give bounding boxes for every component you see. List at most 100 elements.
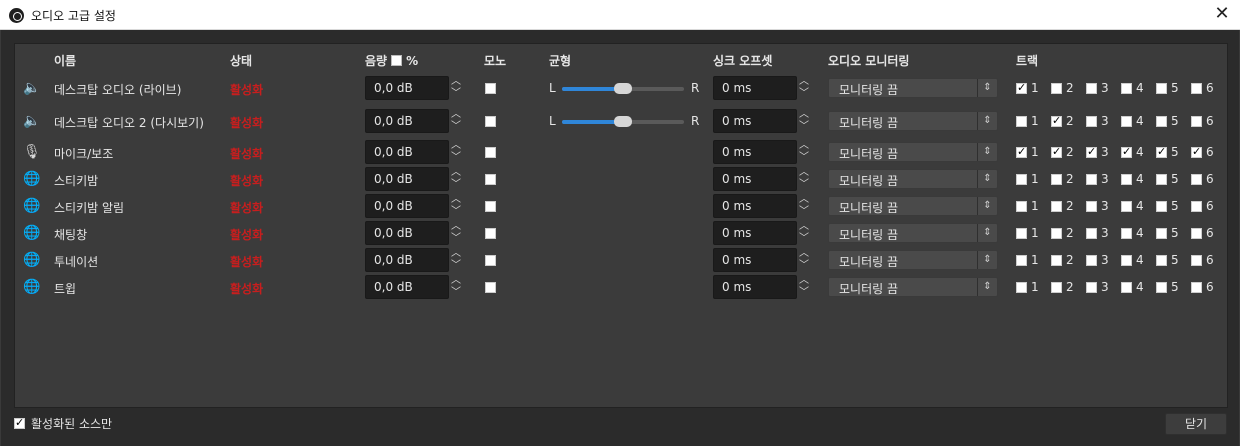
chevron-up-icon[interactable]: ︿ — [798, 275, 810, 286]
track-checkbox[interactable] — [1156, 82, 1167, 94]
track-checkbox[interactable] — [1051, 200, 1062, 212]
mono-checkbox[interactable] — [485, 83, 496, 94]
track-toggle[interactable]: 5 — [1156, 145, 1179, 159]
track-toggle[interactable]: 6 — [1191, 172, 1214, 186]
track-toggle[interactable]: 2 — [1051, 145, 1074, 159]
chevron-up-icon[interactable]: ︿ — [450, 109, 462, 120]
volume-stepper[interactable]: ︿ ﹀ — [448, 194, 464, 218]
volume-stepper[interactable]: ︿ ﹀ — [448, 76, 464, 100]
track-checkbox[interactable] — [1156, 200, 1167, 212]
balance-slider[interactable] — [562, 83, 684, 94]
track-checkbox[interactable] — [1191, 145, 1202, 158]
volume-percent-checkbox[interactable] — [391, 55, 403, 66]
volume-input[interactable]: 0,0 dB ︿ ﹀ — [365, 221, 461, 245]
track-toggle[interactable]: 2 — [1051, 253, 1074, 267]
sync-offset-stepper[interactable]: ︿ ﹀ — [796, 194, 812, 218]
balance-slider-handle[interactable] — [614, 116, 632, 127]
track-toggle[interactable]: 3 — [1086, 81, 1109, 95]
chevron-down-icon[interactable]: ﹀ — [798, 152, 810, 163]
track-toggle[interactable]: 1 — [1016, 253, 1039, 267]
track-checkbox[interactable] — [1086, 254, 1097, 266]
monitoring-select[interactable]: 모니터링 끔 ⇕ — [828, 223, 998, 243]
track-checkbox[interactable] — [1121, 227, 1132, 239]
chevron-down-icon[interactable]: ﹀ — [450, 206, 462, 217]
track-checkbox[interactable] — [1051, 82, 1062, 94]
chevron-down-icon[interactable]: ﹀ — [798, 179, 810, 190]
volume-stepper[interactable]: ︿ ﹀ — [448, 275, 464, 299]
volume-input[interactable]: 0,0 dB ︿ ﹀ — [365, 76, 461, 100]
monitoring-select[interactable]: 모니터링 끔 ⇕ — [828, 196, 998, 216]
source-status[interactable]: 활성화 — [230, 81, 263, 98]
track-checkbox[interactable] — [1051, 173, 1062, 185]
monitoring-select[interactable]: 모니터링 끔 ⇕ — [828, 169, 998, 189]
track-checkbox[interactable] — [1156, 227, 1167, 239]
chevron-down-icon[interactable]: ﹀ — [450, 179, 462, 190]
chevron-down-icon[interactable]: ﹀ — [798, 260, 810, 271]
sync-offset-input[interactable]: 0 ms ︿ ﹀ — [713, 167, 809, 191]
source-status[interactable]: 활성화 — [230, 280, 263, 297]
track-toggle[interactable]: 2 — [1051, 172, 1074, 186]
mono-checkbox[interactable] — [485, 147, 496, 158]
track-toggle[interactable]: 4 — [1121, 253, 1144, 267]
sync-offset-stepper[interactable]: ︿ ﹀ — [796, 275, 812, 299]
chevron-up-icon[interactable]: ︿ — [798, 221, 810, 232]
track-toggle[interactable]: 6 — [1191, 145, 1214, 159]
track-checkbox[interactable] — [1051, 227, 1062, 239]
updown-arrow-icon[interactable]: ⇕ — [977, 224, 997, 242]
chevron-down-icon[interactable]: ﹀ — [450, 233, 462, 244]
track-checkbox[interactable] — [1121, 82, 1132, 94]
track-checkbox[interactable] — [1086, 200, 1097, 212]
monitoring-select[interactable]: 모니터링 끔 ⇕ — [828, 142, 998, 162]
sync-offset-stepper[interactable]: ︿ ﹀ — [796, 76, 812, 100]
source-status[interactable]: 활성화 — [230, 226, 263, 243]
mono-checkbox[interactable] — [485, 201, 496, 212]
updown-arrow-icon[interactable]: ⇕ — [977, 143, 997, 161]
track-checkbox[interactable] — [1016, 227, 1027, 239]
track-toggle[interactable]: 3 — [1086, 114, 1109, 128]
chevron-up-icon[interactable]: ︿ — [798, 167, 810, 178]
track-checkbox[interactable] — [1086, 173, 1097, 185]
track-toggle[interactable]: 5 — [1156, 280, 1179, 294]
track-checkbox[interactable] — [1051, 145, 1062, 158]
chevron-down-icon[interactable]: ﹀ — [450, 287, 462, 298]
track-checkbox[interactable] — [1086, 227, 1097, 239]
track-toggle[interactable]: 6 — [1191, 199, 1214, 213]
volume-input[interactable]: 0,0 dB ︿ ﹀ — [365, 248, 461, 272]
track-toggle[interactable]: 2 — [1051, 114, 1074, 128]
chevron-up-icon[interactable]: ︿ — [450, 76, 462, 87]
track-toggle[interactable]: 1 — [1016, 226, 1039, 240]
source-status[interactable]: 활성화 — [230, 253, 263, 270]
track-checkbox[interactable] — [1016, 81, 1027, 94]
chevron-up-icon[interactable]: ︿ — [450, 275, 462, 286]
monitoring-select[interactable]: 모니터링 끔 ⇕ — [828, 277, 998, 297]
track-toggle[interactable]: 3 — [1086, 226, 1109, 240]
track-toggle[interactable]: 6 — [1191, 280, 1214, 294]
track-checkbox[interactable] — [1191, 115, 1202, 127]
track-toggle[interactable]: 1 — [1016, 81, 1039, 95]
track-checkbox[interactable] — [1191, 254, 1202, 266]
track-toggle[interactable]: 2 — [1051, 280, 1074, 294]
chevron-down-icon[interactable]: ﹀ — [798, 233, 810, 244]
close-icon[interactable]: ✕ — [1212, 5, 1232, 25]
chevron-down-icon[interactable]: ﹀ — [450, 121, 462, 132]
track-toggle[interactable]: 4 — [1121, 280, 1144, 294]
sync-offset-input[interactable]: 0 ms ︿ ﹀ — [713, 194, 809, 218]
updown-arrow-icon[interactable]: ⇕ — [977, 278, 997, 296]
volume-stepper[interactable]: ︿ ﹀ — [448, 221, 464, 245]
updown-arrow-icon[interactable]: ⇕ — [977, 170, 997, 188]
updown-arrow-icon[interactable]: ⇕ — [977, 112, 997, 130]
track-checkbox[interactable] — [1191, 173, 1202, 185]
track-toggle[interactable]: 3 — [1086, 280, 1109, 294]
track-toggle[interactable]: 5 — [1156, 172, 1179, 186]
sync-offset-input[interactable]: 0 ms ︿ ﹀ — [713, 109, 809, 133]
chevron-up-icon[interactable]: ︿ — [450, 248, 462, 259]
chevron-down-icon[interactable]: ﹀ — [450, 152, 462, 163]
monitoring-select[interactable]: 모니터링 끔 ⇕ — [828, 111, 998, 131]
track-checkbox[interactable] — [1016, 145, 1027, 158]
track-toggle[interactable]: 4 — [1121, 226, 1144, 240]
track-toggle[interactable]: 6 — [1191, 253, 1214, 267]
track-checkbox[interactable] — [1051, 281, 1062, 293]
chevron-up-icon[interactable]: ︿ — [798, 109, 810, 120]
monitoring-select[interactable]: 모니터링 끔 ⇕ — [828, 78, 998, 98]
track-toggle[interactable]: 3 — [1086, 172, 1109, 186]
